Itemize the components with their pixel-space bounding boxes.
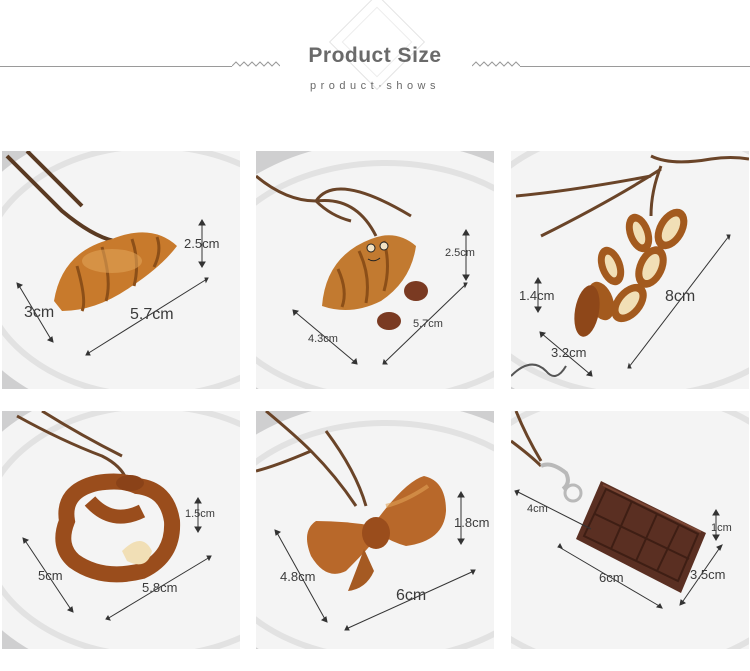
product-tile-pretzel: 1.5cm 5cm 5.8cm [2,411,240,649]
measure-width: 4.3cm [308,333,338,345]
measure-length: 5.7cm [130,306,174,323]
measure-width: 3.2cm [551,345,587,360]
measure-height: 1.5cm [185,508,215,520]
measure-length: 5.7cm [413,318,443,330]
measure-width: 3.5cm [690,567,726,582]
measure-length: 8cm [665,288,696,305]
section-title: Product Size [308,44,442,67]
measure-length: 6cm [396,587,427,604]
measure-height: 1cm [711,522,732,534]
section-subtitle: product·shows [309,80,441,92]
section-header: Product Size product·shows [0,0,750,130]
measure-height: 1.8cm [454,515,490,530]
measure-width: 3cm [24,304,55,321]
measure-clasp: 4cm [527,503,548,515]
product-tile-chocolate: 4cm 1cm 6cm 3.5cm [511,411,749,649]
measure-height: 2.5cm [184,236,220,251]
product-tile-wheat: 1.4cm 3.2cm 8cm [511,151,749,389]
measure-width: 5cm [38,568,63,583]
measure-height: 2.5cm [445,247,475,259]
product-tile-croissant-face: 2.5cm 4.3cm 5.7cm [256,151,494,389]
measure-height: 1.4cm [519,288,555,303]
measure-length: 5.8cm [142,580,178,595]
product-tile-croissant: 2.5cm 3cm 5.7cm [2,151,240,389]
measure-width: 4.8cm [280,569,316,584]
product-tile-bow: 1.8cm 4.8cm 6cm [256,411,494,649]
measure-length: 6cm [599,570,624,585]
